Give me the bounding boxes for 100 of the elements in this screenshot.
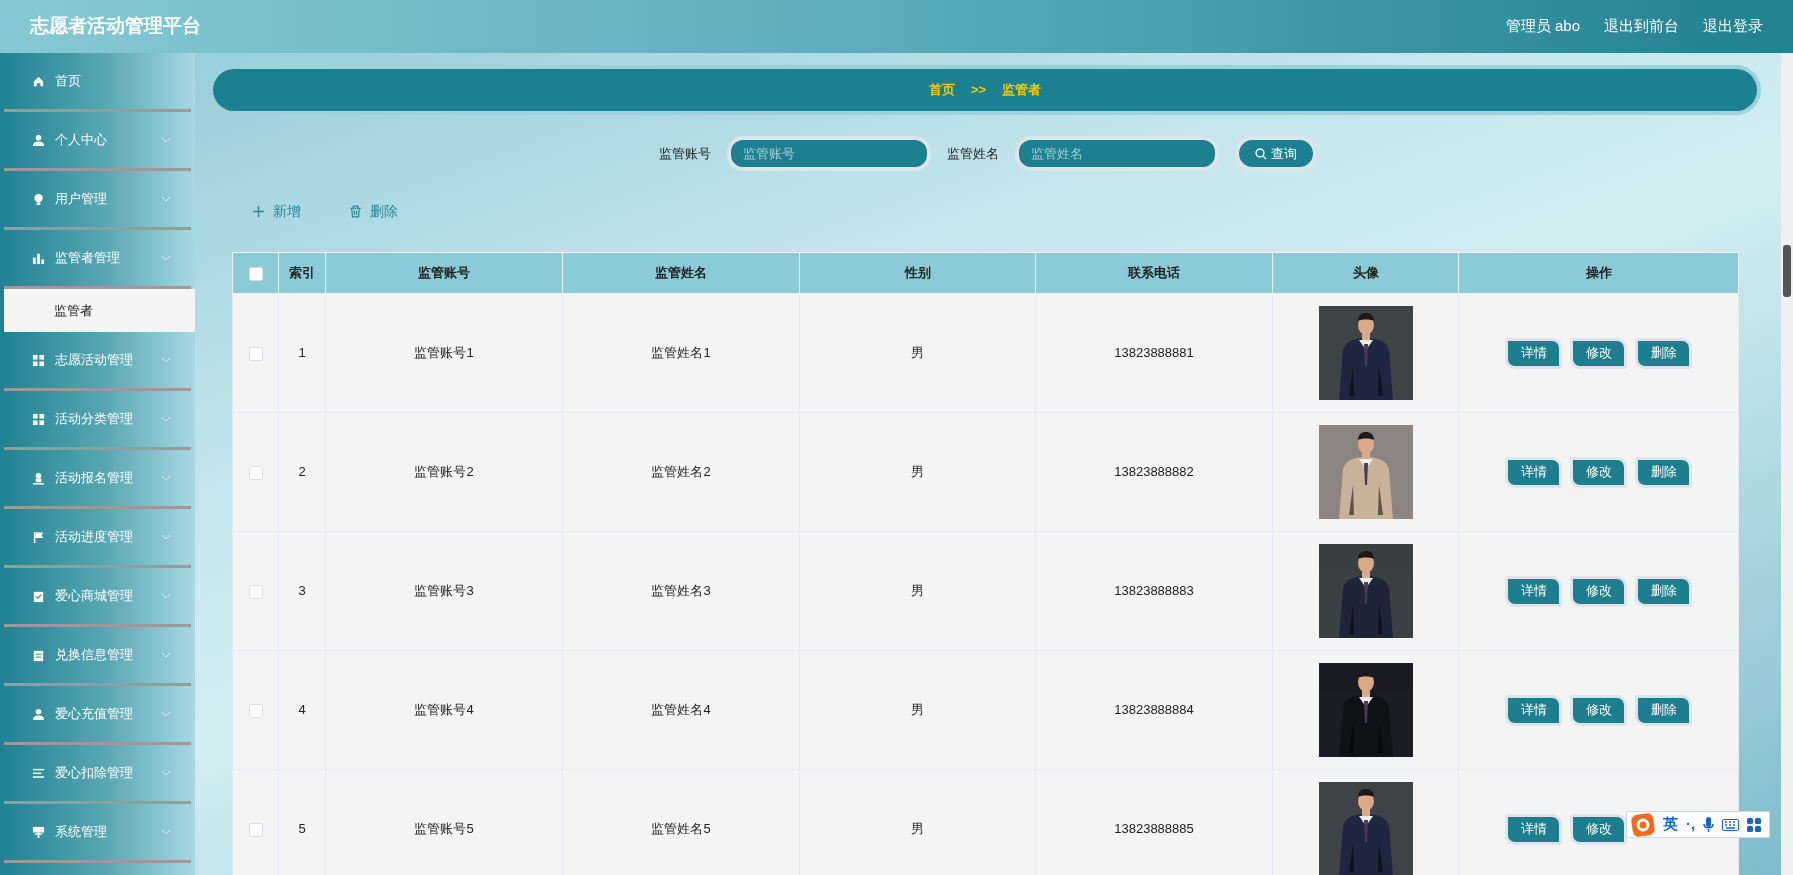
breadcrumb-separator: >>: [970, 81, 987, 100]
field-label: 监管账号: [659, 144, 711, 163]
table-cell: 男: [799, 412, 1036, 532]
details-button[interactable]: 详情: [1505, 694, 1562, 726]
table-cell: 监管账号4: [325, 650, 563, 770]
table-cell: 监管账号2: [325, 412, 563, 532]
edit-button[interactable]: 修改: [1570, 456, 1627, 488]
table-cell: 监管账号3: [325, 531, 563, 651]
column-header: 头像: [1272, 252, 1459, 294]
sidebar-item[interactable]: 爱心商城管理: [4, 568, 191, 627]
delete-button[interactable]: 删除: [1635, 337, 1692, 369]
bulb-icon: [32, 192, 45, 206]
delete-button[interactable]: 删除: [1635, 694, 1692, 726]
search-field[interactable]: 监管姓名: [1015, 136, 1219, 171]
sidebar-item[interactable]: 活动分类管理: [4, 391, 191, 450]
sidebar-item[interactable]: 首页: [4, 53, 191, 112]
table-cell: 男: [799, 531, 1036, 651]
header-link[interactable]: 退出登录: [1703, 15, 1763, 38]
details-button[interactable]: 详情: [1505, 456, 1562, 488]
app-title: 志愿者活动管理平台: [30, 14, 201, 39]
sidebar-subitem[interactable]: 监管者: [4, 289, 195, 332]
table-cell: 1: [278, 293, 326, 413]
column-header: 操作: [1458, 252, 1739, 294]
clipboard-check-icon: [32, 589, 45, 603]
details-button[interactable]: 详情: [1505, 575, 1562, 607]
field-label: 监管姓名: [947, 144, 999, 163]
sidebar-item[interactable]: 用户管理: [4, 171, 191, 230]
column-header: 监管姓名: [562, 252, 800, 294]
details-button[interactable]: 详情: [1505, 337, 1562, 369]
scrollbar[interactable]: [1781, 53, 1793, 875]
table-cell: 监管姓名4: [562, 650, 800, 770]
table-cell: 13823888884: [1035, 650, 1273, 770]
delete-button[interactable]: 删除: [1635, 575, 1692, 607]
table-cell: 监管姓名5: [562, 769, 800, 875]
grid-icon: [32, 412, 45, 426]
scrollbar-thumb[interactable]: [1783, 245, 1791, 297]
sidebar-item[interactable]: 兑换信息管理: [4, 627, 191, 686]
microphone-icon[interactable]: [1703, 816, 1715, 833]
table-cell: 2: [278, 412, 326, 532]
details-button[interactable]: 详情: [1505, 813, 1562, 845]
plus-icon: [252, 205, 265, 218]
sidebar-item[interactable]: 爱心充值管理: [4, 686, 191, 745]
signpost-icon: [32, 825, 45, 839]
table-cell: 监管账号1: [325, 293, 563, 413]
list-icon: [32, 766, 45, 780]
flag-icon: [32, 530, 45, 544]
column-header: 索引: [278, 252, 326, 294]
bar-chart-icon: [32, 251, 45, 265]
add-button[interactable]: 新增: [252, 201, 301, 222]
user-icon: [32, 707, 45, 721]
select-all-checkbox[interactable]: [248, 266, 263, 281]
table-cell: 监管姓名1: [562, 293, 800, 413]
header-link[interactable]: 退出到前台: [1604, 15, 1679, 38]
edit-button[interactable]: 修改: [1570, 575, 1627, 607]
row-checkbox[interactable]: [248, 465, 263, 480]
grid-icon[interactable]: [1747, 817, 1762, 832]
grid-icon: [32, 353, 45, 367]
table-cell: 13823888882: [1035, 412, 1273, 532]
search-icon: [1255, 147, 1267, 160]
sidebar-item[interactable]: 系统管理: [4, 804, 191, 863]
row-checkbox[interactable]: [248, 584, 263, 599]
breadcrumb-link[interactable]: 首页: [928, 80, 955, 100]
sidebar-item[interactable]: 活动进度管理: [4, 509, 191, 568]
edit-button[interactable]: 修改: [1570, 337, 1627, 369]
sidebar-item[interactable]: 志愿活动管理: [4, 332, 191, 391]
edit-button[interactable]: 修改: [1570, 694, 1627, 726]
edit-button[interactable]: 修改: [1570, 813, 1627, 845]
row-checkbox[interactable]: [248, 703, 263, 718]
delete-button[interactable]: 删除: [349, 201, 398, 222]
table-cell: 13823888881: [1035, 293, 1273, 413]
delete-button[interactable]: 删除: [1635, 456, 1692, 488]
search-button[interactable]: 查询: [1235, 136, 1317, 171]
table-cell: 监管姓名3: [562, 531, 800, 651]
home-icon: [32, 74, 45, 88]
table-cell: 3: [278, 531, 326, 651]
breadcrumb-link[interactable]: 监管者: [1002, 80, 1042, 100]
column-header: 联系电话: [1035, 252, 1273, 294]
table-cell: 男: [799, 293, 1036, 413]
column-header: 监管账号: [325, 252, 563, 294]
search-field[interactable]: 监管账号: [727, 136, 931, 171]
table-cell: 监管姓名2: [562, 412, 800, 532]
row-checkbox[interactable]: [248, 346, 263, 361]
table-cell: 13823888883: [1035, 531, 1273, 651]
punctuation-indicator[interactable]: ·,: [1686, 813, 1696, 836]
sidebar-item[interactable]: 活动报名管理: [4, 450, 191, 509]
table-cell: 13823888885: [1035, 769, 1273, 875]
row-checkbox[interactable]: [248, 822, 263, 837]
table-cell: 男: [799, 650, 1036, 770]
trash-icon: [349, 205, 362, 218]
table-cell: 5: [278, 769, 326, 875]
person-icon: [32, 471, 45, 485]
column-header: 性别: [799, 252, 1036, 294]
table-cell: 4: [278, 650, 326, 770]
table-cell: 监管账号5: [325, 769, 563, 875]
sidebar-item[interactable]: 爱心扣除管理: [4, 745, 191, 804]
keyboard-icon[interactable]: [1722, 818, 1740, 831]
clipboard-icon: [32, 648, 45, 662]
input-mode-indicator[interactable]: 英: [1663, 813, 1678, 836]
header-link[interactable]: 管理员 abo: [1505, 15, 1580, 38]
sidebar-item[interactable]: 个人中心: [4, 112, 191, 171]
